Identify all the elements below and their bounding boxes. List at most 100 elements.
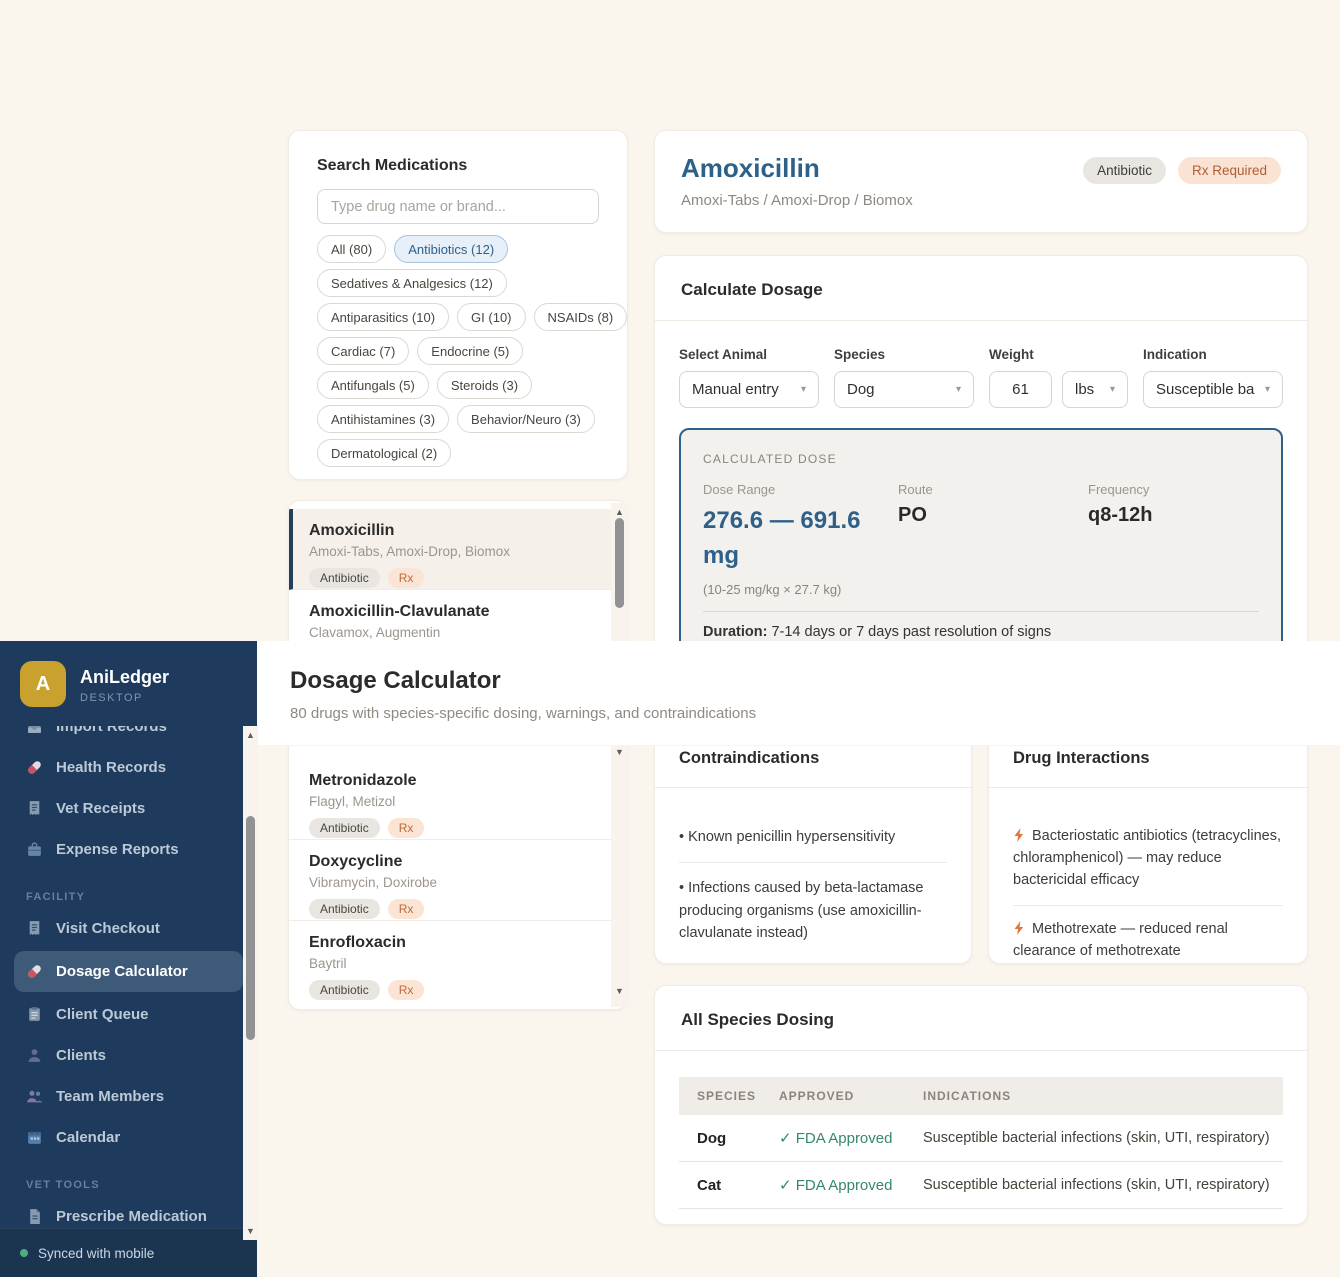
frequency-label: Frequency: [1088, 482, 1152, 497]
app-logo: A: [20, 661, 66, 707]
lightning-bolt-icon: [1013, 828, 1032, 844]
sidebar-section-facility: FACILITY: [0, 886, 257, 908]
indication-dropdown[interactable]: Susceptible ba ▾: [1143, 371, 1283, 408]
route-column: Route PO: [898, 482, 1088, 597]
species-dosing-table-body: Dog✓ FDA ApprovedSusceptible bacterial i…: [679, 1115, 1283, 1209]
calculated-dose-box: CALCULATED DOSE Dose Range 276.6 — 691.6…: [679, 428, 1283, 675]
search-medications-panel: Search Medications All (80)Antibiotics (…: [288, 130, 628, 480]
table-row: Dog✓ FDA ApprovedSusceptible bacterial i…: [679, 1115, 1283, 1162]
tag-rx: Rx: [388, 818, 425, 838]
cell-indications: Susceptible bacterial infections (skin, …: [905, 1115, 1283, 1162]
sidebar-item-label: Dosage Calculator: [56, 963, 188, 980]
sidebar-item-vet-receipts[interactable]: Vet Receipts: [0, 788, 257, 829]
sidebar-item-import-records[interactable]: Import Records: [0, 726, 257, 747]
drug-list-scroll-up-arrow[interactable]: ▲: [611, 507, 628, 517]
sidebar-scroll-down-arrow[interactable]: ▼: [243, 1226, 258, 1236]
filter-row: All (80) Antibiotics (12): [317, 235, 599, 263]
lightning-bolt-icon: [1013, 921, 1032, 937]
tag-rx: Rx: [388, 568, 425, 588]
weight-input[interactable]: [989, 371, 1052, 408]
sidebar-item-expense-reports[interactable]: Expense Reports: [0, 829, 257, 870]
drug-list-item-doxycycline[interactable]: DoxycyclineVibramycin, DoxirobeAntibioti…: [289, 840, 627, 921]
duration-text: 7-14 days or 7 days past resolution of s…: [767, 624, 1051, 640]
weight-unit-dropdown[interactable]: lbs ▾: [1062, 371, 1128, 408]
species-dropdown[interactable]: Dog ▾: [834, 371, 974, 408]
filter-chip-antibiotics-12[interactable]: Antibiotics (12): [394, 235, 508, 263]
chevron-down-icon: ▾: [801, 384, 806, 395]
sidebar-nav: Import RecordsHealth RecordsVet Receipts…: [0, 726, 257, 1228]
badge-rx-required: Rx Required: [1178, 157, 1281, 184]
sidebar-item-calendar[interactable]: Calendar: [0, 1117, 257, 1158]
filter-chip-all-80[interactable]: All (80): [317, 235, 386, 263]
drug-detail-brands: Amoxi-Tabs / Amoxi-Drop / Biomox: [681, 192, 913, 209]
drug-item-brands: Amoxi-Tabs, Amoxi-Drop, Biomox: [309, 544, 607, 559]
filter-chip-endocrine-5[interactable]: Endocrine (5): [417, 337, 523, 365]
filter-chip-antifungals-5[interactable]: Antifungals (5): [317, 371, 429, 399]
column-header-indications: INDICATIONS: [905, 1077, 1283, 1115]
contraindications-list: • Known penicillin hypersensitivity• Inf…: [655, 788, 971, 945]
filter-chip-gi-10[interactable]: GI (10): [457, 303, 525, 331]
filter-chip-antiparasitics-10[interactable]: Antiparasitics (10): [317, 303, 449, 331]
receipt-icon: [26, 920, 43, 937]
filter-row: Sedatives & Analgesics (12): [317, 269, 599, 297]
sidebar-item-health-records[interactable]: Health Records: [0, 747, 257, 788]
filter-row: Antihistamines (3) Behavior/Neuro (3): [317, 405, 599, 433]
drug-list-item-amoxicillin[interactable]: Amoxicillin Amoxi-Tabs, Amoxi-Drop, Biomo…: [289, 509, 627, 590]
app-edition: DESKTOP: [80, 692, 169, 704]
sidebar-item-prescribe-medication[interactable]: Prescribe Medication: [0, 1196, 257, 1228]
select-animal-dropdown[interactable]: Manual entry ▾: [679, 371, 819, 408]
tag-antibiotic: Antibiotic: [309, 818, 380, 838]
drug-item-tags: AntibioticRx: [309, 980, 607, 1000]
indication-field: Indication Susceptible ba ▾: [1143, 347, 1283, 408]
drug-item-tags: Antibiotic Rx: [309, 818, 607, 838]
sidebar-item-label: Calendar: [56, 1129, 120, 1146]
inbox-icon: [26, 726, 43, 735]
sidebar-item-visit-checkout[interactable]: Visit Checkout: [0, 908, 257, 949]
filter-chip-cardiac-7[interactable]: Cardiac (7): [317, 337, 409, 365]
drug-detail-header: Amoxicillin Amoxi-Tabs / Amoxi-Drop / Bi…: [654, 130, 1308, 233]
species-dosing-table: SPECIESAPPROVEDINDICATIONS Dog✓ FDA Appr…: [679, 1077, 1283, 1209]
sidebar-item-client-queue[interactable]: Client Queue: [0, 994, 257, 1035]
filter-row: Antiparasitics (10)GI (10)NSAIDs (8): [317, 303, 599, 331]
drug-item-name: Doxycycline: [309, 853, 607, 871]
drug-interaction-item: Bacteriostatic antibiotics (tetracycline…: [1013, 826, 1283, 906]
chevron-down-icon: ▾: [1265, 384, 1270, 395]
filter-chip-steroids-3[interactable]: Steroids (3): [437, 371, 532, 399]
search-input[interactable]: [317, 189, 599, 224]
calculate-dosage-title: Calculate Dosage: [655, 256, 1307, 321]
receipt-icon: [26, 800, 43, 817]
filter-chip-sedatives-analgesics-12[interactable]: Sedatives & Analgesics (12): [317, 269, 507, 297]
sidebar-footer: Synced with mobile: [0, 1228, 257, 1277]
frequency-value: q8-12h: [1088, 504, 1152, 527]
sidebar-item-dosage-calculator[interactable]: Dosage Calculator: [14, 951, 243, 992]
drug-item-name: Metronidazole: [309, 772, 607, 790]
drug-item-name: Amoxicillin: [309, 522, 607, 540]
sidebar-scrollbar-thumb[interactable]: [246, 816, 255, 1040]
drug-list-scroll-down-arrow[interactable]: ▼: [611, 986, 628, 996]
sidebar: A AniLedger DESKTOP Import RecordsHealth…: [0, 641, 257, 1277]
pill-icon: [26, 759, 43, 776]
column-header-species: SPECIES: [679, 1077, 761, 1115]
sidebar-item-team-members[interactable]: Team Members: [0, 1076, 257, 1117]
sidebar-scroll-up-arrow[interactable]: ▲: [243, 730, 258, 740]
box-icon: [26, 841, 43, 858]
filter-chip-behavior-neuro-3[interactable]: Behavior/Neuro (3): [457, 405, 595, 433]
indication-label: Indication: [1143, 347, 1283, 362]
select-animal-label: Select Animal: [679, 347, 819, 362]
filter-chip-nsaids-8[interactable]: NSAIDs (8): [534, 303, 628, 331]
weight-label: Weight: [989, 347, 1128, 362]
sync-status-text: Synced with mobile: [38, 1246, 154, 1261]
calculate-dosage-panel: Calculate Dosage Select Animal Manual en…: [654, 255, 1308, 675]
drug-list-scroll-down-arrow-mid[interactable]: ▼: [611, 747, 628, 757]
sidebar-item-clients[interactable]: Clients: [0, 1035, 257, 1076]
app-screen: Search Medications All (80)Antibiotics (…: [0, 0, 1340, 1277]
filter-chip-dermatological-2[interactable]: Dermatological (2): [317, 439, 451, 467]
drug-interaction-item: Methotrexate — reduced renal clearance o…: [1013, 906, 1283, 963]
tag-antibiotic: Antibiotic: [309, 568, 380, 588]
sidebar-nav-viewport: Import RecordsHealth RecordsVet Receipts…: [0, 726, 257, 1228]
filter-chip-antihistamines-3[interactable]: Antihistamines (3): [317, 405, 449, 433]
drug-item-tags: AntibioticRx: [309, 899, 607, 919]
drug-list-item-enrofloxacin[interactable]: EnrofloxacinBaytrilAntibioticRx: [289, 921, 627, 1002]
drug-list-scrollbar-thumb[interactable]: [615, 518, 624, 608]
drug-list-item-metronidazole[interactable]: MetronidazoleFlagyl, MetizolAntibioticRx: [289, 759, 627, 840]
